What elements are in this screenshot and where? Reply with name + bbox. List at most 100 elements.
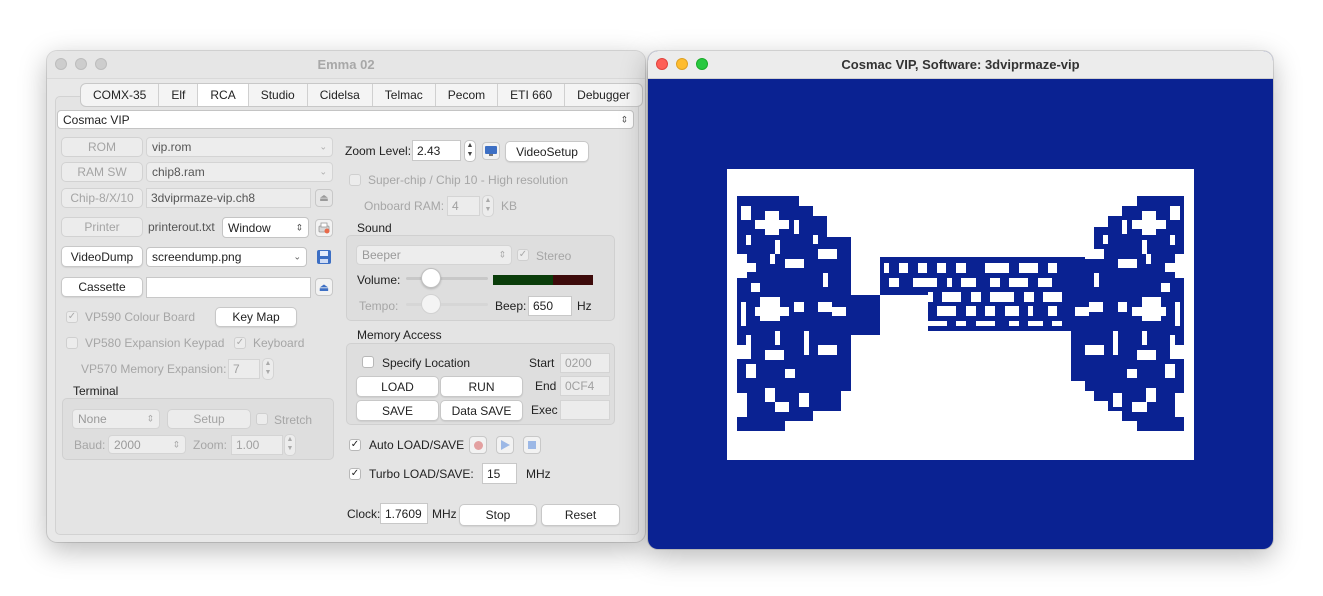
tab-rca[interactable]: RCA	[198, 84, 249, 106]
tab-studio[interactable]: Studio	[249, 84, 308, 106]
record-button[interactable]	[469, 436, 487, 454]
key-map-button[interactable]: Key Map	[215, 307, 297, 327]
vp590-checkbox[interactable]: ✓	[66, 311, 78, 323]
vp570-stepper[interactable]: ▲ ▼	[262, 358, 274, 380]
tempo-slider-thumb[interactable]	[421, 294, 441, 314]
exec-address-field[interactable]	[560, 400, 610, 420]
specify-location-checkbox[interactable]	[362, 356, 374, 368]
tab-comx35[interactable]: COMX-35	[81, 84, 160, 106]
end-label: End	[535, 379, 557, 393]
vp570-label: VP570 Memory Expansion:	[81, 362, 227, 376]
close-window-button[interactable]	[55, 58, 67, 70]
onboard-ram-stepper[interactable]: ▲ ▼	[482, 195, 494, 217]
load-button[interactable]: LOAD	[356, 376, 439, 397]
emma02-titlebar: Emma 02	[47, 51, 645, 79]
machine-select[interactable]: Cosmac VIP ⇕	[57, 110, 634, 129]
turbo-checkbox[interactable]: ✓	[349, 468, 361, 480]
stretch-checkbox[interactable]	[256, 413, 268, 425]
volume-slider-thumb[interactable]	[421, 268, 441, 288]
tab-pecom[interactable]: Pecom	[436, 84, 499, 106]
save-videodump-button[interactable]	[315, 248, 333, 266]
emulator-display[interactable]	[727, 169, 1194, 460]
turbo-field[interactable]: 15	[482, 463, 517, 484]
tab-eti660[interactable]: ETI 660	[498, 84, 566, 106]
maze-graphics	[727, 169, 1194, 460]
tab-debugger[interactable]: Debugger	[565, 84, 642, 106]
minimize-window-button[interactable]	[75, 58, 87, 70]
zoom-level-stepper[interactable]: ▲ ▼	[464, 140, 476, 162]
terminal-select[interactable]: None ⇕	[72, 409, 160, 429]
vp580-checkbox[interactable]	[66, 337, 78, 349]
end-address-field[interactable]: 0CF4	[560, 376, 610, 396]
vp570-field[interactable]: 7	[228, 359, 260, 379]
close-window-button[interactable]	[656, 58, 668, 70]
play-button[interactable]	[496, 436, 514, 454]
reset-button[interactable]: Reset	[541, 504, 620, 526]
printer-button[interactable]: Printer	[61, 217, 143, 237]
play-icon	[500, 440, 510, 450]
sound-select[interactable]: Beeper ⇕	[356, 245, 512, 265]
beep-field[interactable]: 650	[528, 296, 572, 316]
auto-load-checkbox[interactable]: ✓	[349, 439, 361, 451]
cassette-button[interactable]: Cassette	[61, 277, 143, 297]
cassette-file-field[interactable]	[146, 277, 311, 298]
terminal-label: Terminal	[73, 384, 119, 398]
floppy-disk-icon	[317, 250, 331, 264]
printer-mode-select[interactable]: Window ⇕	[222, 217, 309, 238]
zoom-window-button[interactable]	[95, 58, 107, 70]
volume-slider-track[interactable]	[406, 277, 488, 280]
baud-select[interactable]: 2000 ⇕	[108, 435, 186, 454]
terminal-zoom-field[interactable]: 1.00	[231, 435, 283, 455]
minimize-window-button[interactable]	[676, 58, 688, 70]
videodump-file-select[interactable]: screendump.png ⌄	[146, 247, 307, 267]
cosmac-vip-window: Cosmac VIP, Software: 3dviprmaze-vip	[648, 51, 1273, 549]
machine-select-value: Cosmac VIP	[63, 112, 130, 127]
ramsw-select[interactable]: chip8.ram ⌄	[146, 162, 333, 182]
chip8-button[interactable]: Chip-8/X/10	[61, 188, 143, 208]
superchip-checkbox[interactable]	[349, 174, 361, 186]
ramsw-button[interactable]: RAM SW	[61, 162, 143, 182]
tab-elf[interactable]: Elf	[159, 84, 199, 106]
fullscreen-button[interactable]	[482, 142, 500, 160]
run-button[interactable]: RUN	[440, 376, 523, 397]
stop-button[interactable]: Stop	[459, 504, 537, 526]
onboard-ram-field[interactable]: 4	[447, 196, 480, 216]
specify-location-label: Specify Location	[382, 356, 471, 370]
terminal-zoom-stepper[interactable]: ▲ ▼	[284, 434, 296, 456]
window-title: Emma 02	[317, 57, 375, 72]
zoom-level-field[interactable]: 2.43	[412, 140, 461, 161]
printer-icon-button[interactable]	[315, 219, 333, 237]
baud-select-value: 2000	[114, 437, 141, 452]
keyboard-checkbox[interactable]: ✓	[234, 337, 246, 349]
terminal-setup-button[interactable]: Setup	[167, 409, 251, 429]
videosetup-button[interactable]: VideoSetup	[505, 141, 589, 162]
tempo-slider-track[interactable]	[406, 303, 488, 306]
clock-unit: MHz	[432, 507, 457, 521]
zoom-level-label: Zoom Level:	[345, 144, 412, 158]
eject-cassette-button[interactable]: ⏏	[315, 278, 333, 296]
tab-telmac[interactable]: Telmac	[373, 84, 436, 106]
updown-chevron-icon: ⇕	[295, 222, 303, 232]
rom-select[interactable]: vip.rom ⌄	[146, 137, 333, 157]
stereo-checkbox[interactable]: ✓	[517, 249, 529, 261]
start-address-field[interactable]: 0200	[560, 353, 610, 373]
beep-label: Beep:	[495, 299, 527, 313]
printer-file-label: printerout.txt	[148, 220, 215, 234]
save-button[interactable]: SAVE	[356, 400, 439, 421]
zoom-window-button[interactable]	[696, 58, 708, 70]
volume-level-meter	[493, 275, 593, 285]
data-save-button[interactable]: Data SAVE	[440, 400, 523, 421]
baud-label: Baud:	[74, 438, 106, 452]
chip8-file-field[interactable]: 3dviprmaze-vip.ch8	[146, 188, 311, 208]
clock-field[interactable]: 1.7609	[380, 503, 428, 524]
videodump-button[interactable]: VideoDump	[61, 246, 143, 267]
tab-cidelsa[interactable]: Cidelsa	[308, 84, 373, 106]
emma02-window: Emma 02 COMX-35 Elf RCA Studio Cidelsa T…	[47, 51, 645, 542]
updown-chevron-icon: ⇕	[620, 114, 628, 124]
stop-tape-button[interactable]	[523, 436, 541, 454]
rom-select-value: vip.rom	[152, 140, 192, 154]
updown-chevron-icon: ⇕	[172, 439, 180, 449]
eject-chip8-button[interactable]: ⏏	[315, 189, 333, 207]
rom-button[interactable]: ROM	[61, 137, 143, 157]
memory-access-label: Memory Access	[357, 328, 442, 342]
